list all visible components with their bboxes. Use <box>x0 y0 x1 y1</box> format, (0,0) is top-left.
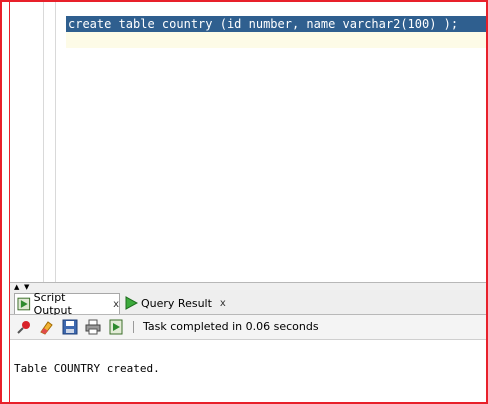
run-triangle-icon <box>125 296 138 310</box>
tab-label: Script Output <box>33 291 72 317</box>
eraser-icon[interactable] <box>38 319 54 335</box>
tab-script-output[interactable]: Script Output x <box>14 291 120 317</box>
sql-worksheet-editor[interactable]: create table country (id number, name va… <box>10 0 488 282</box>
code-line-1[interactable]: create table country (id number, name va… <box>68 16 458 32</box>
script-icon[interactable] <box>108 319 124 335</box>
tab-label: Query Result <box>141 296 212 310</box>
output-toolbar: Task completed in 0.06 seconds <box>10 315 486 340</box>
tab-query-result[interactable]: Query Result x <box>122 293 232 313</box>
save-icon[interactable] <box>62 319 78 335</box>
close-icon[interactable]: x <box>220 298 226 309</box>
script-output-area[interactable]: Table COUNTRY created. <box>10 340 486 402</box>
toolbar-separator <box>133 321 134 333</box>
close-icon[interactable]: x <box>113 299 119 310</box>
pin-icon[interactable] <box>16 319 32 335</box>
gutter-divider <box>55 0 56 282</box>
print-icon[interactable] <box>85 319 101 335</box>
task-status: Task completed in 0.06 seconds <box>143 320 319 333</box>
gutter-divider <box>43 0 44 282</box>
script-output-icon <box>17 297 31 311</box>
output-text: Table COUNTRY created. <box>14 362 160 375</box>
current-line-highlight <box>66 32 488 48</box>
output-tab-bar: Script Output x Query Result x <box>10 290 486 317</box>
